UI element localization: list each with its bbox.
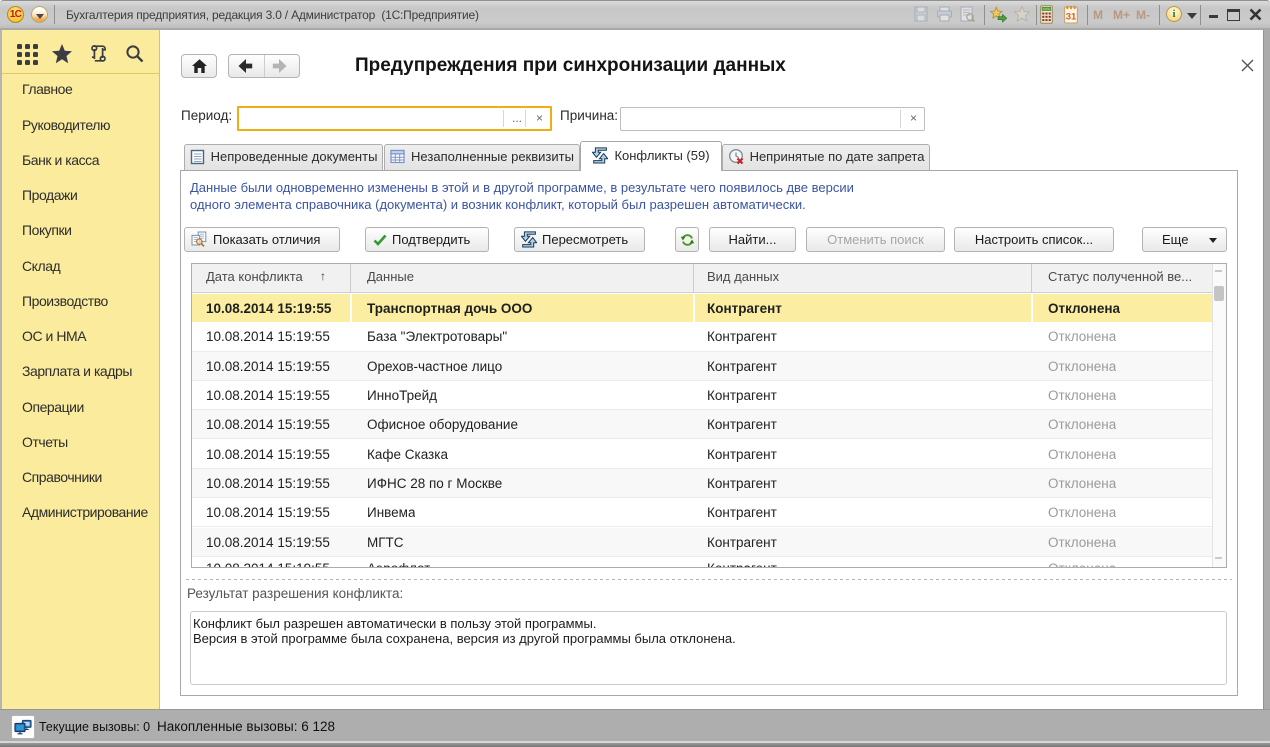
svg-text:31: 31 <box>1066 12 1077 23</box>
